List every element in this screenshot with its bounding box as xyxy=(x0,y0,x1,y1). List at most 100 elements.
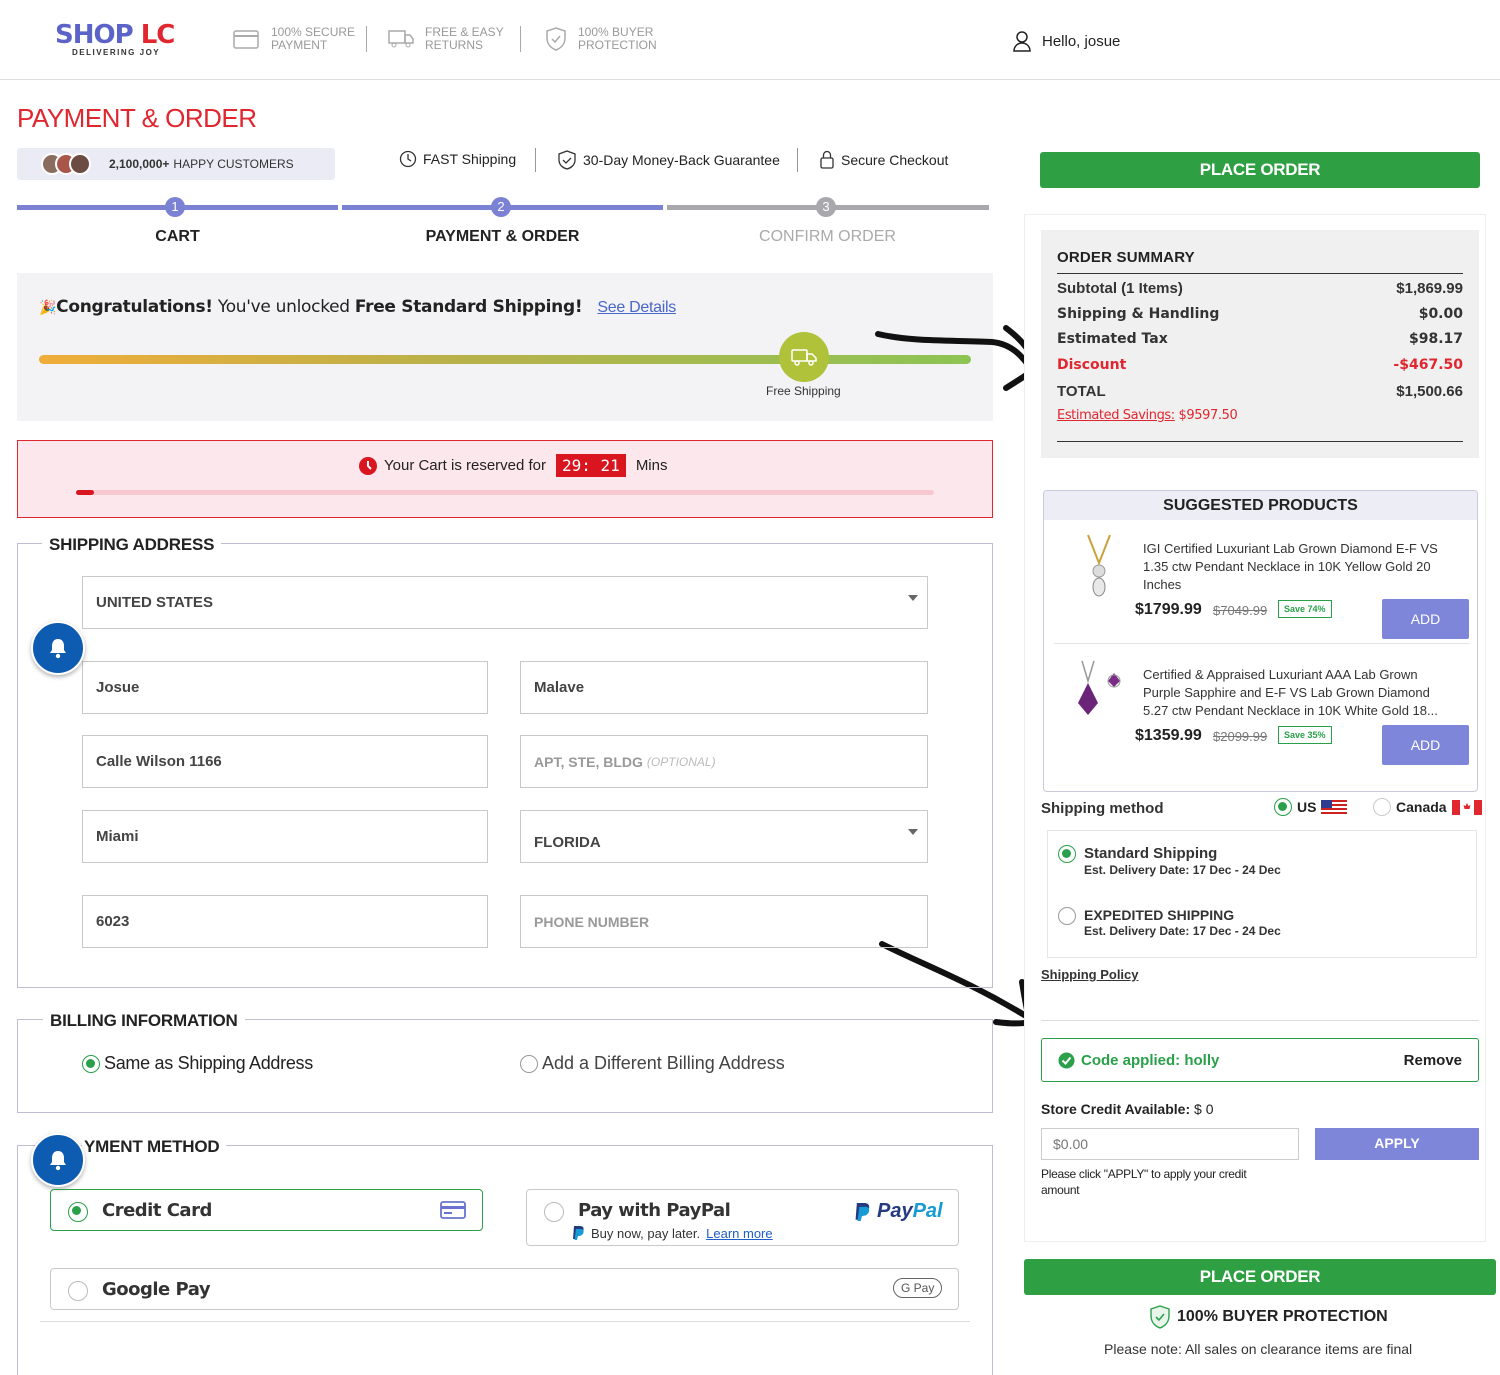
step-2-dot: 2 xyxy=(491,197,511,217)
customer-avatars xyxy=(41,153,91,175)
pendant-necklace-image[interactable] xyxy=(1084,533,1114,601)
party-popper-icon: 🎉 xyxy=(39,300,57,316)
clearance-note: Please note: All sales on clearance item… xyxy=(1104,1341,1413,1357)
store-credit-label: Store Credit Available: $ 0 xyxy=(1041,1101,1214,1117)
address-line2-field[interactable]: APT, STE, BLDG (OPTIONAL) xyxy=(520,735,928,788)
discount-row: Discount -$467.50 xyxy=(1057,357,1463,373)
step-3-dot: 3 xyxy=(816,197,836,217)
page-title: PAYMENT & ORDER xyxy=(17,103,257,133)
billing-legend: BILLING INFORMATION xyxy=(43,1011,245,1031)
radio-icon xyxy=(1058,907,1076,925)
last-name-field[interactable]: Malave xyxy=(520,661,928,714)
radio-icon xyxy=(544,1202,564,1222)
account-greeting[interactable]: Hello, josue xyxy=(1012,30,1120,52)
city-field[interactable]: Miami xyxy=(82,810,488,863)
country-select[interactable]: UNITED STATES xyxy=(82,576,928,629)
standard-shipping-option[interactable]: Standard Shipping Est. Delivery Date: 17 … xyxy=(1058,845,1281,877)
payment-section xyxy=(17,1145,993,1375)
ship-country-canada[interactable]: Canada xyxy=(1373,798,1482,816)
truck-icon xyxy=(779,332,829,382)
notification-bell-button[interactable] xyxy=(31,1133,85,1187)
bell-icon xyxy=(50,1151,66,1171)
secure-checkout-badge: Secure Checkout xyxy=(819,150,948,170)
credit-card-icon xyxy=(440,1201,466,1219)
google-pay-badge: G Pay xyxy=(893,1278,943,1298)
suggested-products: SUGGESTED PRODUCTS IGI Certified Luxuria… xyxy=(1043,490,1478,792)
step-payment-order: PAYMENT & ORDER xyxy=(425,228,580,245)
hand-drawn-arrow-annotation xyxy=(875,325,1040,391)
paypal-learn-more-link[interactable]: Learn more xyxy=(706,1226,772,1241)
greeting-text: Hello, josue xyxy=(1042,32,1121,50)
shipping-address-legend: SHIPPING ADDRESS xyxy=(42,535,222,555)
order-summary: ORDER SUMMARY Subtotal (1 Items) $1,869.9… xyxy=(1041,230,1479,458)
check-circle-icon xyxy=(1058,1052,1075,1068)
store-credit-note: Please click "APPLY" to apply your credi… xyxy=(1041,1167,1247,1197)
bell-icon xyxy=(50,639,66,659)
promo-code-applied: Code applied: holly Remove xyxy=(1041,1038,1479,1082)
shoplc-logo[interactable]: SHOP LC DELIVERING JOY xyxy=(55,20,175,57)
payment-legend: YMENT METHOD xyxy=(82,1137,227,1157)
step-cart[interactable]: CART xyxy=(15,228,340,246)
google-pay-option[interactable]: Google Pay G Pay xyxy=(50,1268,959,1310)
radio-icon xyxy=(1373,798,1391,816)
paypal-option[interactable]: Pay with PayPal Buy now, pay later. Learn… xyxy=(526,1189,959,1246)
order-summary-title: ORDER SUMMARY xyxy=(1057,249,1195,266)
shipping-policy-link[interactable]: Shipping Policy xyxy=(1041,967,1139,982)
free-shipping-milestone-label: Free Shipping xyxy=(766,384,841,398)
shield-check-icon xyxy=(546,27,566,51)
phone-field[interactable]: PHONE NUMBER xyxy=(520,895,928,948)
store-credit-input[interactable]: $0.00 xyxy=(1041,1128,1299,1160)
billing-same-option[interactable]: Same as Shipping Address xyxy=(82,1053,313,1074)
shield-check-icon xyxy=(558,150,576,170)
chevron-down-icon xyxy=(908,829,918,835)
radio-selected-icon xyxy=(1058,845,1076,863)
clock-alert-icon xyxy=(359,456,377,475)
estimated-savings[interactable]: Estimated Savings: $9597.50 xyxy=(1057,408,1238,423)
subtotal-row: Subtotal (1 Items) $1,869.99 xyxy=(1057,280,1463,297)
radio-icon xyxy=(520,1054,538,1073)
expedited-shipping-option[interactable]: EXPEDITED SHIPPING Est. Delivery Date: 17… xyxy=(1058,907,1281,938)
add-to-cart-button[interactable]: ADD xyxy=(1382,725,1469,765)
step-confirm-order: CONFIRM ORDER xyxy=(759,228,896,245)
zip-field[interactable]: 6023 xyxy=(82,895,488,948)
first-name-field[interactable]: Josue xyxy=(82,661,488,714)
buyer-protection-note: 100% BUYER PROTECTION xyxy=(1149,1305,1388,1329)
canada-flag-icon xyxy=(1451,799,1482,815)
secure-payment-feature: 100% SECURE PAYMENT xyxy=(233,26,355,52)
place-order-button-bottom[interactable]: PLACE ORDER xyxy=(1024,1259,1496,1295)
address-line1-field[interactable]: Calle Wilson 1166 xyxy=(82,735,488,788)
radio-icon xyxy=(68,1281,88,1301)
credit-card-option[interactable]: Credit Card xyxy=(50,1189,483,1231)
free-shipping-banner: 🎉Congratulations! You've unlocked Free S… xyxy=(17,273,993,421)
cart-reservation-banner: Your Cart is reserved for 29: 21 Mins xyxy=(17,440,993,518)
place-order-button[interactable]: PLACE ORDER xyxy=(1040,152,1480,188)
notification-bell-button[interactable] xyxy=(31,621,85,675)
step-1-dot: 1 xyxy=(165,197,185,217)
shipping-options-box: Standard Shipping Est. Delivery Date: 17 … xyxy=(1047,830,1477,958)
radio-selected-icon xyxy=(1274,798,1292,816)
paypal-icon xyxy=(573,1226,584,1240)
billing-different-option[interactable]: Add a Different Billing Address xyxy=(520,1053,785,1074)
credit-card-icon xyxy=(233,30,259,49)
buyer-protection-feature: 100% BUYER PROTECTION xyxy=(544,26,657,52)
reservation-text: Your Cart is reserved for 29: 21 Mins xyxy=(358,454,667,477)
free-shipping-message: 🎉Congratulations! You've unlocked Free S… xyxy=(39,297,676,317)
fast-shipping-badge: FAST Shipping xyxy=(399,150,516,168)
reservation-progress-bar xyxy=(76,490,934,495)
shield-check-icon xyxy=(1150,1305,1170,1329)
remove-promo-button[interactable]: Remove xyxy=(1404,1052,1462,1069)
sapphire-pendant-image[interactable] xyxy=(1070,659,1130,719)
tax-row: Estimated Tax $98.17 xyxy=(1057,331,1463,347)
see-details-link[interactable]: See Details xyxy=(597,299,676,316)
state-select[interactable]: FLORIDA xyxy=(520,810,928,863)
chevron-down-icon xyxy=(908,595,918,601)
us-flag-icon xyxy=(1321,800,1348,814)
ship-country-us[interactable]: US xyxy=(1274,798,1348,816)
paypal-icon xyxy=(855,1202,870,1221)
add-to-cart-button[interactable]: ADD xyxy=(1382,599,1469,639)
user-icon xyxy=(1013,31,1031,52)
apply-credit-button[interactable]: APPLY xyxy=(1315,1128,1479,1160)
radio-selected-icon xyxy=(68,1202,88,1222)
radio-selected-icon xyxy=(82,1054,100,1073)
shipping-progress-bar xyxy=(39,355,971,364)
